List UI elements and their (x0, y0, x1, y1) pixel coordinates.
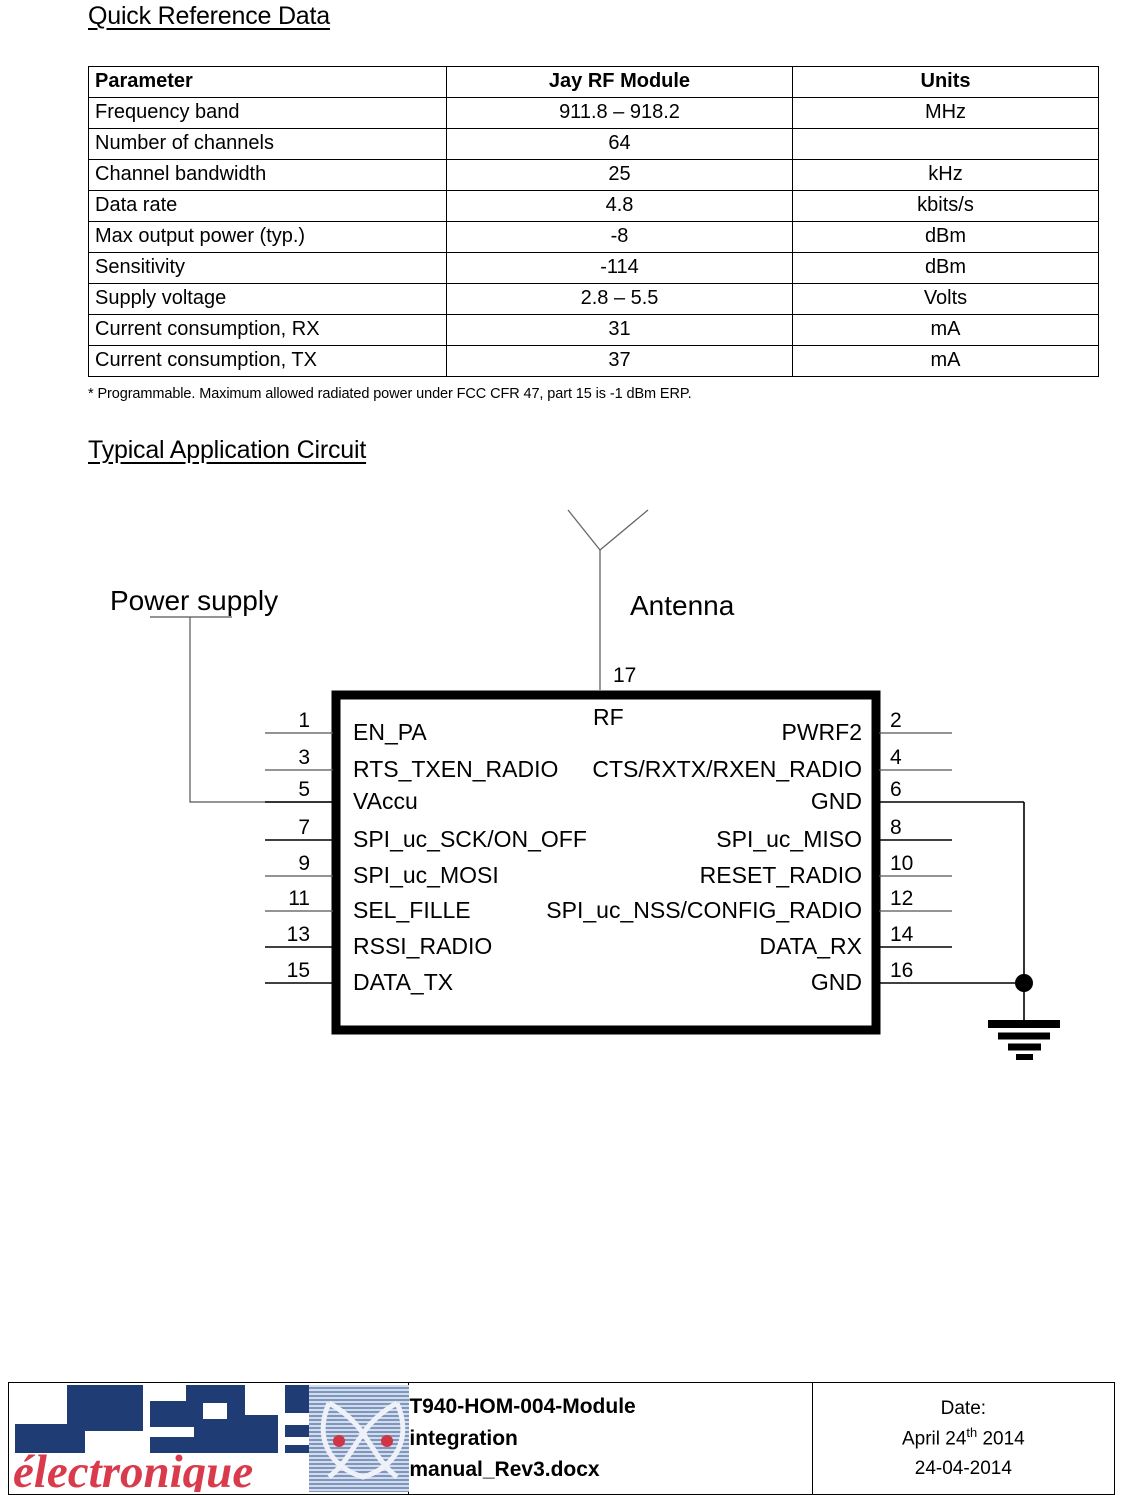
pin-label-spi-uc-sck-on-off: SPI_uc_SCK/ON_OFF (353, 826, 587, 852)
cell-value: 2.8 – 5.5 (446, 283, 793, 315)
pin-label-rts-txen-radio: RTS_TXEN_RADIO (353, 756, 558, 782)
pin-label-sel-fille: SEL_FILLE (353, 897, 471, 923)
pin-number-15: 15 (287, 959, 310, 982)
pin-label-spi-uc-mosi: SPI_uc_MOSI (353, 862, 499, 888)
jay-electronique-logo: électronique (9, 1383, 409, 1494)
cell-units: dBm (792, 221, 1099, 253)
cell-parameter: Channel bandwidth (88, 159, 447, 191)
pin-number-6: 6 (890, 778, 902, 801)
table-row: Sensitivity -114 dBm (88, 252, 1099, 284)
pin-number-13: 13 (287, 923, 310, 946)
cell-units: MHz (792, 97, 1099, 129)
table-footnote: * Programmable. Maximum allowed radiated… (88, 386, 692, 402)
pin-number-12: 12 (890, 887, 913, 910)
pin-label-gnd-6: GND (811, 788, 862, 814)
page-footer: électronique T940-HOM-004-Module integra… (7, 1382, 1116, 1495)
pin-label-vaccu: VAccu (353, 788, 418, 814)
pin-number-7: 7 (298, 816, 310, 839)
pin-label-cts-rxtx-rxen-radio: CTS/RXTX/RXEN_RADIO (592, 756, 862, 782)
cell-parameter: Supply voltage (88, 283, 447, 315)
footer-date-label: Date: (940, 1397, 987, 1419)
pin-label-gnd-16: GND (811, 969, 862, 995)
cell-units: dBm (792, 252, 1099, 284)
table-row: Frequency band 911.8 – 918.2 MHz (88, 97, 1099, 129)
antenna-label: Antenna (630, 590, 735, 621)
cell-units: Volts (792, 283, 1099, 315)
footer-date-long-suffix: 2014 (977, 1428, 1025, 1450)
ground-icon (988, 1020, 1060, 1060)
cell-value: 31 (446, 314, 793, 346)
pin-label-spi-uc-miso: SPI_uc_MISO (716, 826, 862, 852)
table-row: Number of channels 64 (88, 128, 1099, 160)
cell-value: 64 (446, 128, 793, 160)
logo-subtitle: électronique (13, 1446, 253, 1492)
footer-date-numeric: 24-04-2014 (914, 1457, 1012, 1479)
cell-parameter: Current consumption, TX (88, 345, 447, 377)
footer-doc-line-3: manual_Rev3.docx (409, 1458, 600, 1482)
table-row: Data rate 4.8 kbits/s (88, 190, 1099, 222)
cell-units: kbits/s (792, 190, 1099, 222)
pin-label-spi-uc-nss-config-radio: SPI_uc_NSS/CONFIG_RADIO (546, 897, 862, 923)
footer-document-name-cell: T940-HOM-004-Module integration manual_R… (408, 1382, 813, 1495)
column-header-parameter: Parameter (88, 66, 447, 98)
pin-number-11: 11 (288, 887, 310, 910)
footer-doc-line-2: integration (409, 1426, 518, 1450)
page-title-quick-reference-data: Quick Reference Data (88, 2, 330, 30)
footer-doc-line-1: T940-HOM-004-Module (409, 1394, 636, 1418)
cell-value: -114 (446, 252, 793, 284)
pin-number-3: 3 (298, 746, 310, 769)
quick-reference-data-table: Parameter Jay RF Module Units Frequency … (88, 66, 1099, 377)
table-row: Supply voltage 2.8 – 5.5 Volts (88, 283, 1099, 315)
pin-number-4: 4 (890, 746, 902, 769)
table-row: Channel bandwidth 25 kHz (88, 159, 1099, 191)
cell-units: mA (792, 345, 1099, 377)
footer-date-ordinal: th (966, 1425, 978, 1441)
pin-label-data-tx: DATA_TX (353, 969, 453, 995)
ground-net (1015, 802, 1033, 1023)
cell-value: 25 (446, 159, 793, 191)
table-row: Current consumption, TX 37 mA (88, 345, 1099, 377)
cell-units: mA (792, 314, 1099, 346)
power-supply-label: Power supply (110, 585, 278, 616)
pin-number-17: 17 (613, 664, 636, 687)
pin-number-14: 14 (890, 923, 914, 946)
atom-orbit-icon (309, 1385, 409, 1492)
footer-date-cell: Date: April 24th 2014 24-04-2014 (811, 1382, 1116, 1495)
pin-label-en-pa: EN_PA (353, 719, 427, 745)
table-header-row: Parameter Jay RF Module Units (88, 66, 1099, 98)
pin-number-16: 16 (890, 959, 913, 982)
column-header-units: Units (792, 66, 1099, 98)
cell-parameter: Current consumption, RX (88, 314, 447, 346)
cell-value: -8 (446, 221, 793, 253)
cell-parameter: Frequency band (88, 97, 447, 129)
pin-label-rssi-radio: RSSI_RADIO (353, 933, 492, 959)
pin-number-1: 1 (298, 709, 310, 732)
pin-number-5: 5 (298, 778, 310, 801)
table-row: Max output power (typ.) -8 dBm (88, 221, 1099, 253)
table-row: Current consumption, RX 31 mA (88, 314, 1099, 346)
cell-parameter: Data rate (88, 190, 447, 222)
pin-number-10: 10 (890, 852, 913, 875)
pin-number-2: 2 (890, 709, 902, 732)
pin-label-data-rx: DATA_RX (759, 933, 862, 959)
cell-value: 911.8 – 918.2 (446, 97, 793, 129)
column-header-jay-rf-module: Jay RF Module (446, 66, 793, 98)
pin-number-9: 9 (298, 852, 310, 875)
cell-units: kHz (792, 159, 1099, 191)
cell-parameter: Number of channels (88, 128, 447, 160)
pin-number-8: 8 (890, 816, 902, 839)
cell-parameter: Sensitivity (88, 252, 447, 284)
cell-parameter: Max output power (typ.) (88, 221, 447, 253)
typical-application-circuit-diagram: Antenna 17 Power supply RF 1 3 5 7 9 11 … (0, 500, 1123, 1080)
footer-logo-cell: électronique (7, 1382, 410, 1495)
cell-units (792, 128, 1099, 160)
page-title-typical-application-circuit: Typical Application Circuit (88, 436, 367, 464)
footer-date-long-prefix: April 24 (901, 1428, 967, 1450)
footer-date-long: April 24th 2014 (813, 1423, 1114, 1454)
pin-label-pwrf2: PWRF2 (782, 719, 863, 745)
pin-label-reset-radio: RESET_RADIO (700, 862, 862, 888)
cell-value: 4.8 (446, 190, 793, 222)
cell-value: 37 (446, 345, 793, 377)
pin-label-rf: RF (593, 704, 624, 730)
